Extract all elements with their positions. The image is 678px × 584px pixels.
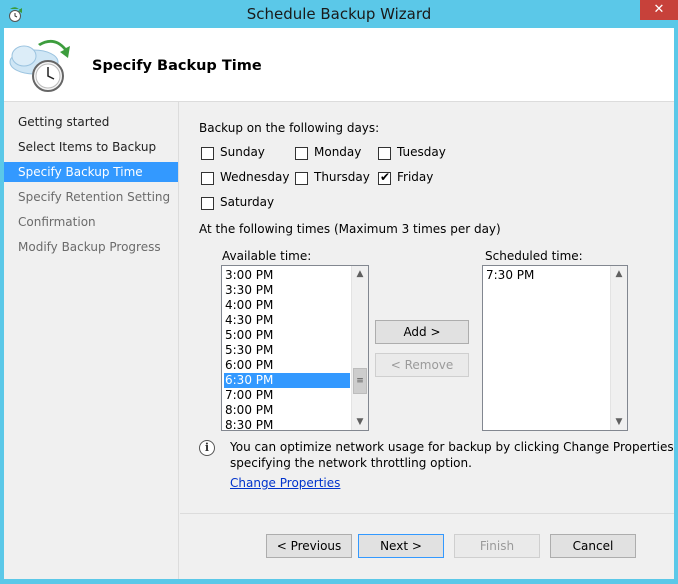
nav-item-confirmation: Confirmation [18,215,96,229]
info-text-line1: You can optimize network usage for backu… [230,440,678,454]
change-properties-link[interactable]: Change Properties [230,476,340,490]
page-title: Specify Backup Time [92,58,262,74]
days-heading: Backup on the following days: [199,121,380,135]
time-list-item[interactable]: 4:00 PM [224,298,350,313]
time-list-item[interactable]: 5:00 PM [224,328,350,343]
title-bar: Schedule Backup Wizard ✕ [0,0,678,28]
window-title: Schedule Backup Wizard [246,5,432,23]
scroll-down-icon[interactable]: ▼ [611,414,627,430]
info-icon: i [199,440,215,456]
remove-button: < Remove [375,353,469,377]
window-bottom-frame [0,579,678,584]
saturday-label: Saturday [220,195,275,209]
time-list-item[interactable]: 4:30 PM [224,313,350,328]
backup-clock-icon [9,39,70,92]
time-list-item[interactable]: 3:00 PM [224,268,350,283]
monday-label: Monday [314,145,362,159]
wednesday-checkbox[interactable] [201,172,214,185]
scheduled-scrollbar[interactable]: ▲ ▼ [610,266,627,430]
close-button[interactable]: ✕ [640,0,678,20]
available-time-list[interactable]: 3:00 PM 3:30 PM 4:00 PM 4:30 PM 5:00 PM 5:30 … [221,265,369,431]
sunday-checkbox[interactable] [201,147,214,160]
scheduled-time-list[interactable]: 7:30 PM ▲ ▼ [482,265,628,431]
info-text-line2: specifying the network throttling option… [230,456,472,470]
scroll-up-icon[interactable]: ▲ [611,266,627,282]
nav-item-select-items[interactable]: Select Items to Backup [4,137,178,157]
wizard-nav: Getting started Select Items to Backup S… [4,102,179,579]
time-list-item[interactable]: 6:30 PM [224,373,350,388]
add-button[interactable]: Add > [375,320,469,344]
available-scrollbar[interactable]: ▲ ≡ ▼ [351,266,368,430]
time-list-item[interactable]: 7:00 PM [224,388,350,403]
tuesday-checkbox[interactable] [378,147,391,160]
scroll-down-icon[interactable]: ▼ [352,414,368,430]
tuesday-label: Tuesday [397,145,446,159]
wizard-header: Specify Backup Time [4,28,674,102]
footer-separator [180,513,674,514]
thursday-label: Thursday [314,170,370,184]
scroll-up-icon[interactable]: ▲ [352,266,368,282]
wizard-content: Backup on the following days: Sunday Mon… [180,102,678,579]
sunday-label: Sunday [220,145,265,159]
saturday-checkbox[interactable] [201,197,214,210]
monday-checkbox[interactable] [295,147,308,160]
wizard-client: Specify Backup Time Getting started Sele… [4,28,678,579]
friday-checkbox[interactable]: ✔ [378,171,391,185]
times-heading: At the following times (Maximum 3 times … [199,222,501,236]
wednesday-label: Wednesday [220,170,290,184]
friday-label: Friday [397,170,434,184]
nav-item-specify-backup-time[interactable]: Specify Backup Time [4,162,178,182]
cancel-button[interactable]: Cancel [550,534,636,558]
previous-button[interactable]: < Previous [266,534,352,558]
time-list-item[interactable]: 5:30 PM [224,343,350,358]
scheduled-time-label: Scheduled time: [485,249,583,263]
scroll-thumb[interactable]: ≡ [353,368,367,394]
time-list-item[interactable]: 7:30 PM [485,268,609,283]
nav-item-modify-backup-progress: Modify Backup Progress [18,240,161,254]
time-list-item[interactable]: 8:30 PM [224,418,350,430]
nav-item-getting-started[interactable]: Getting started [4,112,178,132]
time-list-item[interactable]: 3:30 PM [224,283,350,298]
next-button[interactable]: Next > [358,534,444,558]
nav-item-retention-setting: Specify Retention Setting [18,190,171,204]
available-time-label: Available time: [222,249,312,263]
time-list-item[interactable]: 6:00 PM [224,358,350,373]
thursday-checkbox[interactable] [295,172,308,185]
time-list-item[interactable]: 8:00 PM [224,403,350,418]
finish-button: Finish [454,534,540,558]
